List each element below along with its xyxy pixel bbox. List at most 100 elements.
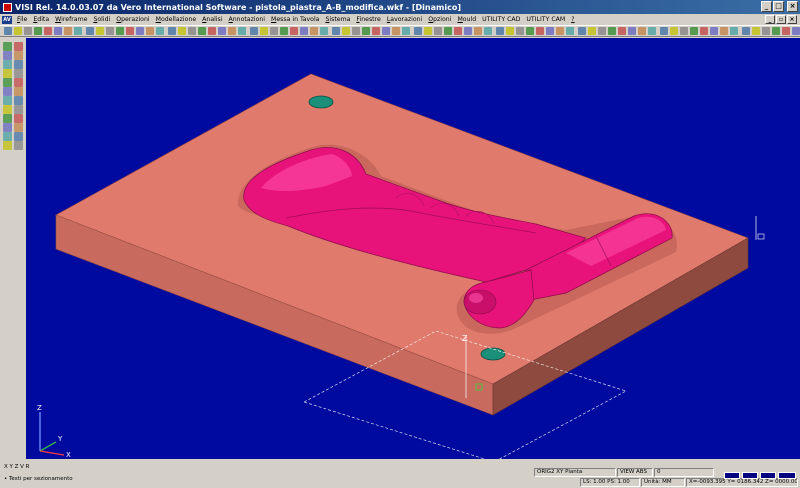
- left-tool-icon[interactable]: [3, 141, 12, 150]
- left-tool-icon[interactable]: [14, 114, 23, 123]
- toolbar-tool-icon[interactable]: [332, 27, 340, 35]
- left-tool-icon[interactable]: [14, 87, 23, 96]
- toolbar-tool-icon[interactable]: [752, 27, 760, 35]
- toolbar-tool-icon[interactable]: [730, 27, 738, 35]
- toolbar-tool-icon[interactable]: [280, 27, 288, 35]
- 3d-viewport[interactable]: Z Z Y X: [26, 38, 800, 459]
- left-tool-icon[interactable]: [14, 96, 23, 105]
- toolbar-tool-icon[interactable]: [126, 27, 134, 35]
- menu-item[interactable]: File: [14, 16, 30, 23]
- toolbar-tool-icon[interactable]: [516, 27, 524, 35]
- menu-item[interactable]: Lavorazioni: [384, 16, 425, 23]
- status-indicator-2[interactable]: [742, 472, 758, 479]
- toolbar-tool-icon[interactable]: [168, 27, 176, 35]
- dowel-hole-front[interactable]: [480, 347, 506, 361]
- toolbar-tool-icon[interactable]: [320, 27, 328, 35]
- menu-item[interactable]: Finestre: [353, 16, 383, 23]
- menu-item[interactable]: Opzioni: [425, 16, 454, 23]
- menu-item[interactable]: Sistema: [322, 16, 353, 23]
- left-tool-icon[interactable]: [14, 69, 23, 78]
- left-tool-icon[interactable]: [3, 87, 12, 96]
- minimize-button[interactable]: _: [761, 1, 772, 12]
- toolbar-tool-icon[interactable]: [434, 27, 442, 35]
- toolbar-tool-icon[interactable]: [710, 27, 718, 35]
- left-tool-icon[interactable]: [14, 132, 23, 141]
- status-indicator-3[interactable]: [760, 472, 776, 479]
- toolbar-tool-icon[interactable]: [742, 27, 750, 35]
- toolbar-tool-icon[interactable]: [146, 27, 154, 35]
- toolbar-tool-icon[interactable]: [116, 27, 124, 35]
- toolbar-tool-icon[interactable]: [54, 27, 62, 35]
- toolbar-tool-icon[interactable]: [526, 27, 534, 35]
- toolbar-tool-icon[interactable]: [310, 27, 318, 35]
- toolbar-tool-icon[interactable]: [218, 27, 226, 35]
- menu-item[interactable]: Mould: [454, 16, 479, 23]
- toolbar-tool-icon[interactable]: [4, 27, 12, 35]
- toolbar-tool-icon[interactable]: [156, 27, 164, 35]
- toolbar-tool-icon[interactable]: [618, 27, 626, 35]
- maximize-button[interactable]: □: [773, 1, 784, 12]
- toolbar-tool-icon[interactable]: [464, 27, 472, 35]
- title-bar[interactable]: VISI Rel. 14.0.03.07 da Vero Internation…: [0, 0, 800, 14]
- toolbar-tool-icon[interactable]: [424, 27, 432, 35]
- toolbar-tool-icon[interactable]: [342, 27, 350, 35]
- coord-input-prefix[interactable]: X Y Z V R: [2, 464, 102, 473]
- toolbar-tool-icon[interactable]: [638, 27, 646, 35]
- toolbar-tool-icon[interactable]: [250, 27, 258, 35]
- left-tool-icon[interactable]: [3, 114, 12, 123]
- toolbar-tool-icon[interactable]: [392, 27, 400, 35]
- menu-item[interactable]: Solidi: [90, 16, 113, 23]
- menu-item[interactable]: Operazioni: [113, 16, 152, 23]
- toolbar-tool-icon[interactable]: [362, 27, 370, 35]
- left-tool-icon[interactable]: [3, 69, 12, 78]
- toolbar-tool-icon[interactable]: [106, 27, 114, 35]
- status-indicator-1[interactable]: [724, 472, 740, 479]
- toolbar-tool-icon[interactable]: [178, 27, 186, 35]
- toolbar-tool-icon[interactable]: [44, 27, 52, 35]
- toolbar-tool-icon[interactable]: [506, 27, 514, 35]
- toolbar-tool-icon[interactable]: [762, 27, 770, 35]
- menu-item[interactable]: UTILITY CAD: [479, 16, 523, 23]
- toolbar-tool-icon[interactable]: [496, 27, 504, 35]
- toolbar-tool-icon[interactable]: [690, 27, 698, 35]
- toolbar-tool-icon[interactable]: [782, 27, 790, 35]
- child-close-button[interactable]: ×: [787, 15, 797, 24]
- toolbar-tool-icon[interactable]: [414, 27, 422, 35]
- toolbar-tool-icon[interactable]: [74, 27, 82, 35]
- toolbar-tool-icon[interactable]: [34, 27, 42, 35]
- menu-item[interactable]: Messa in Tavola: [268, 16, 322, 23]
- toolbar-tool-icon[interactable]: [372, 27, 380, 35]
- work-plane-field[interactable]: ORIG2 XY Pianta: [534, 468, 616, 477]
- status-indicator-4[interactable]: [778, 472, 796, 479]
- left-tool-icon[interactable]: [3, 78, 12, 87]
- toolbar-tool-icon[interactable]: [228, 27, 236, 35]
- left-tool-icon[interactable]: [14, 141, 23, 150]
- toolbar-tool-icon[interactable]: [86, 27, 94, 35]
- toolbar-tool-icon[interactable]: [598, 27, 606, 35]
- toolbar-tool-icon[interactable]: [352, 27, 360, 35]
- toolbar-tool-icon[interactable]: [588, 27, 596, 35]
- toolbar-tool-icon[interactable]: [578, 27, 586, 35]
- toolbar-tool-icon[interactable]: [24, 27, 32, 35]
- menu-item[interactable]: UTILITY CAM: [523, 16, 568, 23]
- menu-item[interactable]: Modellazione: [153, 16, 200, 23]
- left-tool-icon[interactable]: [14, 51, 23, 60]
- left-tool-icon[interactable]: [3, 105, 12, 114]
- toolbar-tool-icon[interactable]: [96, 27, 104, 35]
- toolbar-tool-icon[interactable]: [290, 27, 298, 35]
- toolbar-tool-icon[interactable]: [474, 27, 482, 35]
- toolbar-tool-icon[interactable]: [566, 27, 574, 35]
- left-tool-icon[interactable]: [14, 60, 23, 69]
- toolbar-tool-icon[interactable]: [454, 27, 462, 35]
- toolbar-tool-icon[interactable]: [198, 27, 206, 35]
- menu-item[interactable]: Edita: [30, 16, 52, 23]
- toolbar-tool-icon[interactable]: [136, 27, 144, 35]
- child-minimize-button[interactable]: _: [765, 15, 775, 24]
- dowel-hole-back[interactable]: [308, 95, 334, 109]
- toolbar-tool-icon[interactable]: [648, 27, 656, 35]
- toolbar-tool-icon[interactable]: [660, 27, 668, 35]
- toolbar-tool-icon[interactable]: [402, 27, 410, 35]
- toolbar-tool-icon[interactable]: [608, 27, 616, 35]
- left-tool-icon[interactable]: [3, 96, 12, 105]
- toolbar-tool-icon[interactable]: [14, 27, 22, 35]
